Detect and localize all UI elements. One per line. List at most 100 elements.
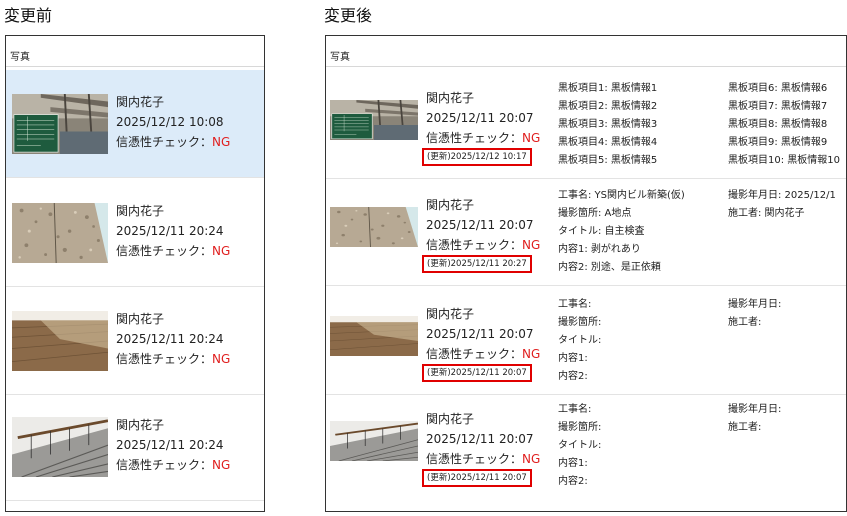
info-column-1: 工事名: 撮影箇所: タイトル: 内容1: 内容2: — [558, 401, 601, 491]
photographer-name: 関内花子 — [116, 312, 165, 326]
photographer-name: 関内花子 — [116, 95, 165, 109]
photo-meta: 関内花子 2025/12/11 20:24 信憑性チェック：NG — [116, 415, 230, 475]
info-field: 黒板項目8: 黒板情報8 — [728, 119, 828, 130]
info-field: 工事名: YS関内ビル新築(仮) — [558, 190, 685, 201]
info-field: 工事名: — [558, 299, 592, 310]
photographer-name: 関内花子 — [426, 307, 475, 321]
staircase-photo[interactable] — [330, 421, 418, 461]
panel-divider — [6, 66, 264, 67]
before-panel: 写真 関内花子 2025/12/12 10:08 信憑性チェック：NG 関内花子 202… — [5, 35, 265, 512]
concrete-wall-photo[interactable] — [12, 203, 108, 263]
panel-divider — [326, 66, 846, 67]
credibility-status: NG — [212, 352, 231, 366]
photo-meta: 関内花子 2025/12/11 20:07 信憑性チェック：NG — [426, 304, 540, 364]
credibility-check-label: 信憑性チェック： — [116, 135, 213, 149]
after-heading: 変更後 — [324, 6, 373, 25]
info-field: 黒板項目1: 黒板情報1 — [558, 83, 658, 94]
photo-row[interactable]: 関内花子 2025/12/11 20:07 信憑性チェック：NG (更新)2025/1… — [326, 393, 846, 499]
credibility-status: NG — [212, 135, 231, 149]
info-field: 内容2: — [558, 371, 588, 382]
info-field: 黒板項目5: 黒板情報5 — [558, 155, 658, 166]
construction-blackboard-photo[interactable] — [330, 100, 418, 140]
photo-row[interactable]: 関内花子 2025/12/12 10:08 信憑性チェック：NG — [6, 70, 264, 177]
photo-date: 2025/12/12 10:08 — [116, 115, 224, 129]
photo-date: 2025/12/11 20:07 — [426, 218, 534, 232]
credibility-check-label: 信憑性チェック： — [116, 352, 213, 366]
photo-date: 2025/12/11 20:24 — [116, 224, 224, 238]
credibility-status: NG — [522, 347, 541, 361]
credibility-check: 信憑性チェック：NG — [116, 455, 230, 475]
credibility-check: 信憑性チェック：NG — [116, 132, 230, 152]
info-field: 内容1: — [558, 458, 588, 469]
photo-date: 2025/12/11 20:07 — [426, 327, 534, 341]
photo-row[interactable]: 関内花子 2025/12/11 20:07 信憑性チェック：NG (更新)2025/1… — [326, 288, 846, 394]
info-field: タイトル: — [558, 335, 602, 346]
info-field: タイトル: — [558, 440, 602, 451]
construction-blackboard-photo[interactable] — [12, 94, 108, 154]
photo-meta: 関内花子 2025/12/11 20:24 信憑性チェック：NG — [116, 309, 230, 369]
info-field: 内容1: — [558, 353, 588, 364]
info-field: 施工者: 関内花子 — [728, 208, 805, 219]
info-column-2: 撮影年月日: 施工者: — [728, 401, 781, 437]
info-field: 内容2: — [558, 476, 588, 487]
credibility-check: 信憑性チェック：NG — [116, 349, 230, 369]
credibility-status: NG — [522, 238, 541, 252]
photo-meta: 関内花子 2025/12/11 20:07 信憑性チェック：NG — [426, 409, 540, 469]
info-column-1: 工事名: YS関内ビル新築(仮) 撮影箇所: A地点タイトル: 自主検査 内容1: … — [558, 187, 685, 277]
info-field: タイトル: 自主検査 — [558, 226, 645, 237]
photo-row[interactable]: 関内花子 2025/12/11 20:24 信憑性チェック：NG — [6, 393, 264, 500]
credibility-check-label: 信憑性チェック： — [426, 347, 523, 361]
info-field: 撮影箇所: A地点 — [558, 208, 632, 219]
updated-timestamp: (更新)2025/12/11 20:07 — [422, 364, 532, 382]
photo-row[interactable]: 関内花子 2025/12/11 20:07 信憑性チェック：NG (更新)2025/1… — [326, 179, 846, 285]
panel-label: 写真 — [330, 52, 350, 63]
credibility-check: 信憑性チェック：NG — [426, 344, 540, 364]
info-field: 撮影年月日: — [728, 299, 782, 310]
info-field: 施工者: — [728, 422, 762, 433]
info-field: 撮影箇所: — [558, 317, 602, 328]
credibility-status: NG — [522, 131, 541, 145]
credibility-status: NG — [212, 244, 231, 258]
photo-row[interactable]: 関内花子 2025/12/11 20:24 信憑性チェック：NG — [6, 287, 264, 394]
credibility-check-label: 信憑性チェック： — [116, 244, 213, 258]
info-field: 黒板項目6: 黒板情報6 — [728, 83, 828, 94]
photo-date: 2025/12/11 20:24 — [116, 438, 224, 452]
photographer-name: 関内花子 — [116, 418, 165, 432]
photo-date: 2025/12/11 20:07 — [426, 111, 534, 125]
photographer-name: 関内花子 — [426, 198, 475, 212]
info-field: 黒板項目3: 黒板情報3 — [558, 119, 658, 130]
info-field: 黒板項目4: 黒板情報4 — [558, 137, 658, 148]
photo-meta: 関内花子 2025/12/12 10:08 信憑性チェック：NG — [116, 92, 230, 152]
credibility-status: NG — [522, 452, 541, 466]
photo-date: 2025/12/11 20:24 — [116, 332, 224, 346]
wood-floor-photo[interactable] — [330, 316, 418, 356]
after-panel: 写真 関内花子 2025/12/11 20:07 信憑性チェック：NG (更新)202… — [325, 35, 847, 512]
info-column-2: 撮影年月日: 2025/12/1 施工者: 関内花子 — [728, 187, 836, 223]
updated-timestamp: (更新)2025/12/11 20:27 — [422, 255, 532, 273]
photo-meta: 関内花子 2025/12/11 20:24 信憑性チェック：NG — [116, 201, 230, 261]
info-field: 内容1: 剥がれあり — [558, 244, 641, 255]
info-field: 黒板項目10: 黒板情報10 — [728, 155, 840, 166]
photo-date: 2025/12/11 20:07 — [426, 432, 534, 446]
wood-floor-photo[interactable] — [12, 311, 108, 371]
updated-timestamp: (更新)2025/12/12 10:17 — [422, 148, 532, 166]
info-field: 内容2: 別途、是正依頼 — [558, 262, 661, 273]
credibility-check-label: 信憑性チェック： — [426, 131, 523, 145]
info-column-1: 工事名: 撮影箇所: タイトル: 内容1: 内容2: — [558, 296, 601, 386]
info-field: 工事名: — [558, 404, 592, 415]
photographer-name: 関内花子 — [426, 91, 475, 105]
info-field: 施工者: — [728, 317, 762, 328]
credibility-check-label: 信憑性チェック： — [116, 458, 213, 472]
info-field: 撮影年月日: — [728, 404, 782, 415]
info-field: 黒板項目2: 黒板情報2 — [558, 101, 658, 112]
credibility-check-label: 信憑性チェック： — [426, 238, 523, 252]
concrete-wall-photo[interactable] — [330, 207, 418, 247]
photographer-name: 関内花子 — [116, 204, 165, 218]
photo-row[interactable]: 関内花子 2025/12/11 20:24 信憑性チェック：NG — [6, 179, 264, 286]
photo-row[interactable]: 関内花子 2025/12/11 20:07 信憑性チェック：NG (更新)2025/1… — [326, 72, 846, 178]
photo-meta: 関内花子 2025/12/11 20:07 信憑性チェック：NG — [426, 195, 540, 255]
info-field: 撮影箇所: — [558, 422, 602, 433]
photographer-name: 関内花子 — [426, 412, 475, 426]
staircase-photo[interactable] — [12, 417, 108, 477]
row-divider — [6, 500, 264, 501]
